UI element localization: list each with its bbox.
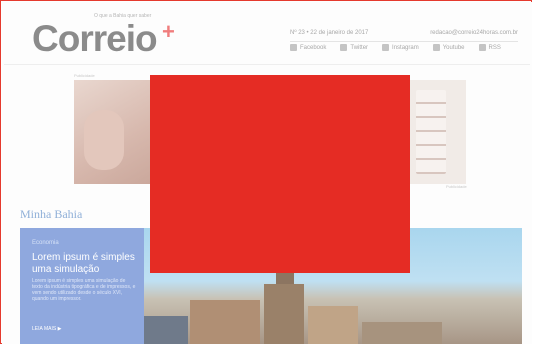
rss-icon	[478, 44, 486, 51]
social-link-instagram[interactable]: Instagram	[382, 44, 419, 51]
page: O que a Bahia quer saber Correio + Nº 23…	[2, 2, 532, 344]
photo-building	[144, 316, 188, 344]
edition-date: Nº 23 • 22 de janeiro de 2017	[290, 30, 369, 36]
feature-category[interactable]: Economia	[32, 240, 59, 246]
contact-email-link[interactable]: redacao@correio24horas.com.br	[430, 30, 518, 36]
ad-image-notepad	[416, 90, 446, 174]
social-link-facebook[interactable]: Facebook	[290, 44, 326, 51]
photo-building	[362, 322, 442, 344]
logo-plus-icon: +	[162, 19, 175, 44]
feature-headline[interactable]: Lorem ipsum é simples uma simulação	[32, 252, 140, 276]
header-divider	[290, 41, 518, 42]
social-label: Facebook	[300, 44, 327, 51]
site-logo[interactable]: Correio	[32, 18, 158, 60]
twitter-icon	[340, 44, 348, 51]
social-links: Facebook Twitter Instagram Youtube RSS	[290, 44, 501, 51]
read-more-link[interactable]: LEIA MAIS ▶	[32, 326, 61, 332]
social-link-rss[interactable]: RSS	[478, 44, 501, 51]
social-label: Twitter	[350, 44, 369, 51]
social-link-twitter[interactable]: Twitter	[340, 44, 368, 51]
ad-label: Publicidade	[74, 73, 95, 78]
red-overlay-block	[150, 75, 410, 273]
youtube-icon	[432, 44, 440, 51]
social-label: RSS	[488, 44, 501, 51]
photo-building	[264, 284, 304, 344]
header-bottom-rule	[4, 64, 530, 65]
feature-card[interactable]: Economia Lorem ipsum é simples uma simul…	[20, 228, 144, 344]
ad-footer-label: Publicidade	[446, 184, 467, 189]
ad-image-hand	[74, 80, 154, 184]
hand-shape	[84, 110, 124, 170]
instagram-icon	[382, 44, 390, 51]
section-title[interactable]: Minha Bahia	[20, 207, 82, 222]
social-label: Instagram	[392, 44, 419, 51]
social-link-youtube[interactable]: Youtube	[432, 44, 465, 51]
feature-summary: Lorem ipsum é simples uma simulação de t…	[32, 278, 136, 302]
social-label: Youtube	[442, 44, 465, 51]
photo-building	[190, 300, 260, 344]
facebook-icon	[290, 44, 297, 51]
photo-building	[308, 306, 358, 344]
